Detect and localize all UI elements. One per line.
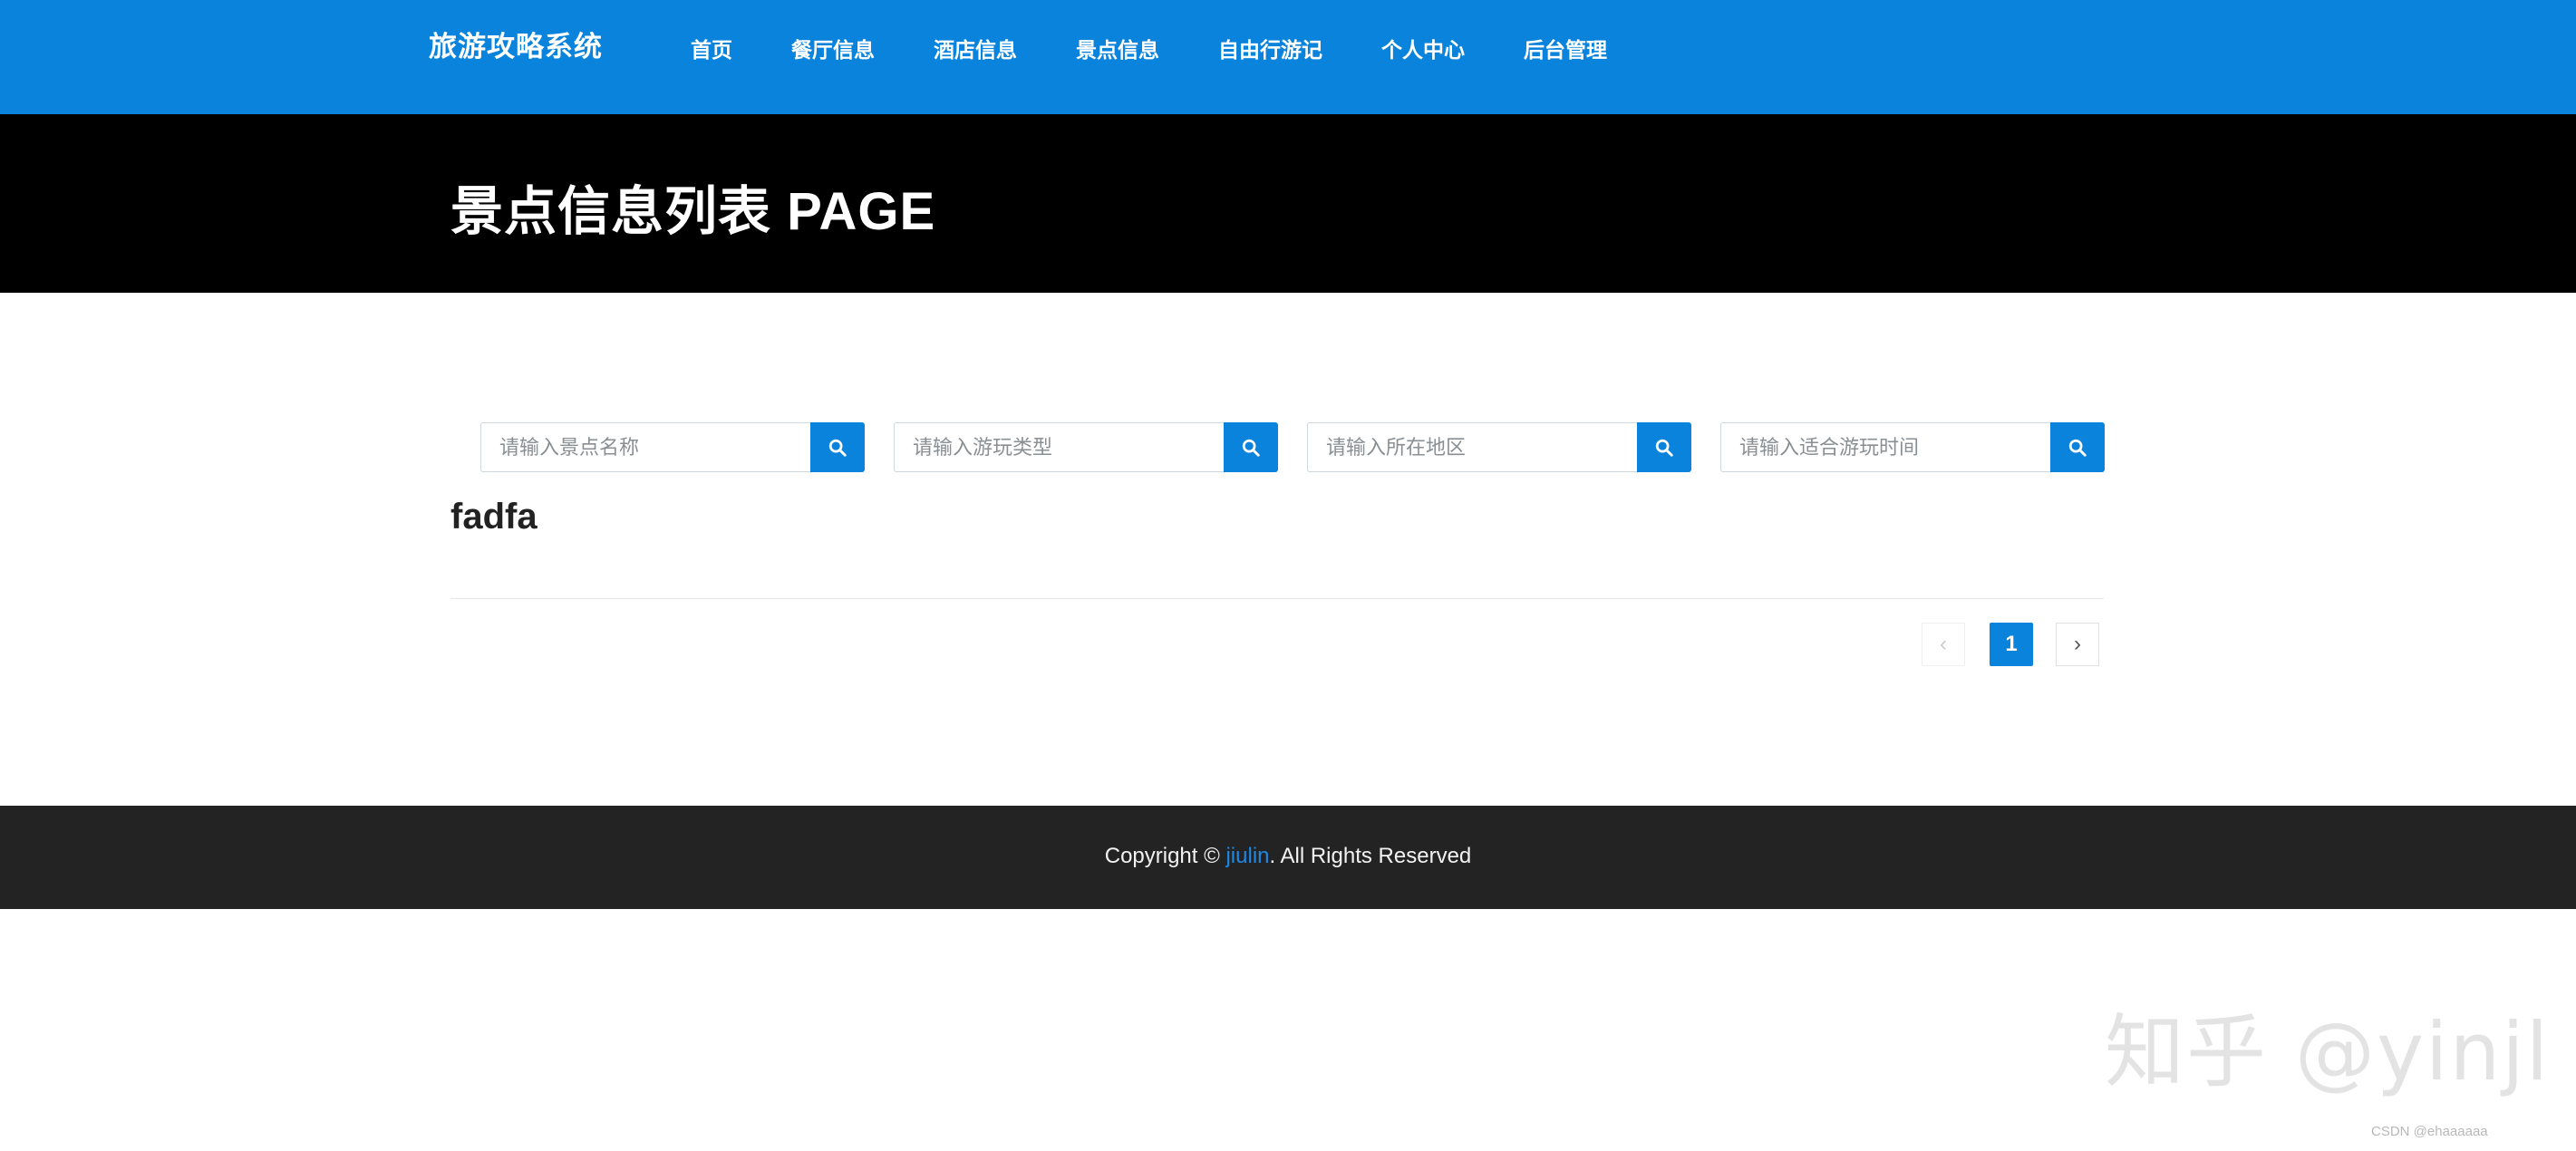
nav-item-hotels[interactable]: 酒店信息 <box>934 33 1017 63</box>
copyright-suffix: . All Rights Reserved <box>1269 844 1472 868</box>
chevron-right-icon: › <box>2074 632 2081 656</box>
nav-item-home[interactable]: 首页 <box>691 33 732 63</box>
copyright-link[interactable]: jiulin <box>1225 844 1269 868</box>
copyright-text: Copyright © jiulin. All Rights Reserved <box>0 844 2576 869</box>
footer: Copyright © jiulin. All Rights Reserved <box>0 806 2576 909</box>
page-title: 景点信息列表 PAGE <box>450 182 936 241</box>
pagination-prev-button[interactable]: ‹ <box>1922 623 1965 666</box>
search-group-time <box>1720 422 2105 472</box>
search-type-button[interactable] <box>1224 422 1278 472</box>
search-name-input[interactable] <box>480 422 810 472</box>
pagination-page-1[interactable]: 1 <box>1990 623 2033 666</box>
nav-item-attractions[interactable]: 景点信息 <box>1076 33 1159 63</box>
main-nav: 首页 餐厅信息 酒店信息 景点信息 自由行游记 个人中心 后台管理 <box>691 33 1666 63</box>
search-icon <box>1655 439 1673 457</box>
list-divider <box>450 598 2104 599</box>
search-region-button[interactable] <box>1637 422 1691 472</box>
pagination-next-button[interactable]: › <box>2056 623 2099 666</box>
result-item-title[interactable]: fadfa <box>450 497 537 537</box>
site-logo-text[interactable]: 旅游攻略系统 <box>429 24 603 64</box>
csdn-watermark: CSDN @ehaaaaaa <box>2371 1124 2488 1139</box>
search-icon <box>1242 439 1260 457</box>
nav-item-profile[interactable]: 个人中心 <box>1381 33 1465 63</box>
zhihu-watermark: 知乎 @yinjl <box>2105 1005 2551 1098</box>
search-region-input[interactable] <box>1307 422 1637 472</box>
search-group-type <box>894 422 1278 472</box>
page-banner: 景点信息列表 PAGE <box>0 114 2576 293</box>
search-icon <box>828 439 847 457</box>
chevron-left-icon: ‹ <box>1940 632 1947 656</box>
copyright-prefix: Copyright © <box>1104 844 1226 868</box>
top-navbar: 旅游攻略系统 首页 餐厅信息 酒店信息 景点信息 自由行游记 个人中心 后台管理 <box>0 0 2576 114</box>
search-group-region <box>1307 422 1691 472</box>
search-time-input[interactable] <box>1720 422 2050 472</box>
search-group-name <box>480 422 865 472</box>
search-type-input[interactable] <box>894 422 1224 472</box>
search-name-button[interactable] <box>810 422 865 472</box>
nav-item-restaurants[interactable]: 餐厅信息 <box>791 33 875 63</box>
nav-item-admin[interactable]: 后台管理 <box>1524 33 1607 63</box>
search-time-button[interactable] <box>2050 422 2105 472</box>
search-icon <box>2068 439 2087 457</box>
nav-item-travel-notes[interactable]: 自由行游记 <box>1218 33 1322 63</box>
